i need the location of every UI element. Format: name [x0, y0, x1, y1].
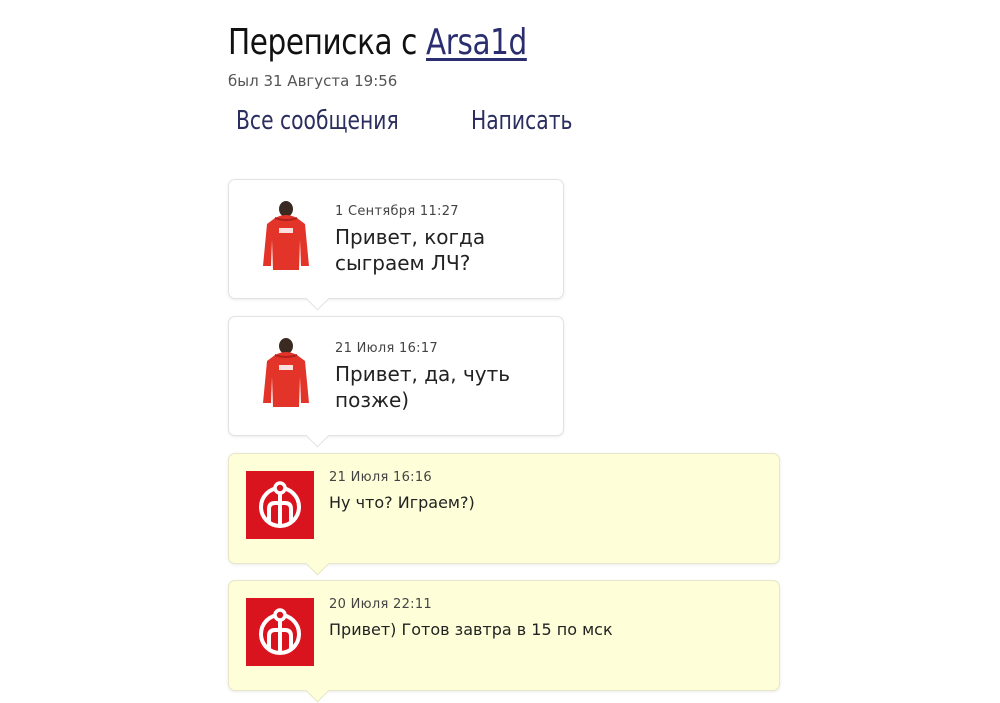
message-text: Ну что? Играем?)	[329, 493, 475, 512]
message-item: 21 Июля 16:17 Привет, да, чуть позже)	[228, 316, 564, 436]
message-date: 21 Июля 16:16	[329, 470, 432, 485]
username-link[interactable]: Arsa1d	[426, 22, 527, 63]
red-jacket-avatar[interactable]	[257, 200, 315, 274]
message-text: Привет, когда сыграем ЛЧ?	[335, 225, 486, 275]
logo-icon	[259, 608, 301, 655]
last-seen-status: был 31 Августа 19:56	[228, 72, 398, 90]
message-date: 20 Июля 22:11	[329, 597, 432, 612]
message-item: 1 Сентября 11:27 Привет, когда сыграем Л…	[228, 179, 564, 299]
red-logo-avatar[interactable]	[246, 471, 314, 539]
message-text: Привет, да, чуть позже)	[335, 362, 511, 412]
red-logo-avatar[interactable]	[246, 598, 314, 666]
page-title: Переписка с Arsa1d	[228, 18, 527, 68]
logo-icon	[259, 481, 301, 528]
write-message-link[interactable]: Написать	[471, 104, 572, 138]
message-date: 21 Июля 16:17	[335, 341, 438, 356]
conversation-nav: Все сообщения Написать	[236, 104, 601, 138]
message-item: 20 Июля 22:11 Привет) Готов завтра в 15 …	[228, 580, 780, 691]
red-jacket-avatar[interactable]	[257, 337, 315, 411]
message-item: 21 Июля 16:16 Ну что? Играем?)	[228, 453, 780, 564]
message-date: 1 Сентября 11:27	[335, 204, 459, 219]
title-prefix: Переписка с	[228, 22, 418, 63]
message-text: Привет) Готов завтра в 15 по мск	[329, 620, 613, 639]
all-messages-link[interactable]: Все сообщения	[236, 104, 399, 138]
